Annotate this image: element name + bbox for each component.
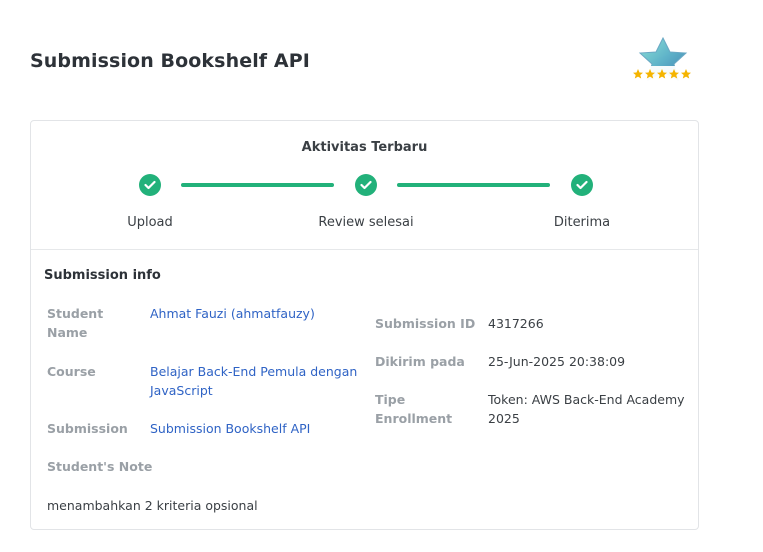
submission-id-label: Submission ID [375,316,476,331]
submission-link[interactable]: Submission Bookshelf API [150,419,310,438]
step-label-accepted: Diterima [553,215,611,230]
star-rating-badge-icon [628,36,698,88]
activity-title: Aktivitas Terbaru [301,140,428,155]
sent-at-label: Dikirim pada [375,354,465,369]
sent-at-value: 25-Jun-2025 20:38:09 [488,354,626,369]
course-link[interactable]: Belajar Back-End Pemula dengan JavaScrip… [150,362,357,400]
submission-card: Aktivitas Terbaru Upload Review selesai … [30,120,699,530]
step-connector [397,183,550,187]
submission-label: Submission [47,421,128,436]
divider [31,249,698,250]
submission-id-value: 4317266 [488,316,544,331]
step-label-upload: Upload [127,215,173,230]
enrollment-type-value: Token: AWS Back-End Academy 2025 [488,392,685,426]
step-connector [181,183,334,187]
page-title: Submission Bookshelf API [30,50,310,72]
step-upload-check-icon [139,174,161,196]
submission-info-title: Submission info [44,268,161,283]
step-label-review: Review selesai [318,215,414,230]
student-note-label: Student's Note [47,459,153,474]
enrollment-type-label: Tipe Enrollment [375,392,453,426]
step-review-check-icon [355,174,377,196]
course-label: Course [47,364,96,379]
student-name-label: Student Name [47,306,104,340]
student-note-value: menambahkan 2 kriteria opsional [47,498,258,513]
step-accepted-check-icon [571,174,593,196]
student-name-link[interactable]: Ahmat Fauzi (ahmatfauzy) [150,304,315,323]
